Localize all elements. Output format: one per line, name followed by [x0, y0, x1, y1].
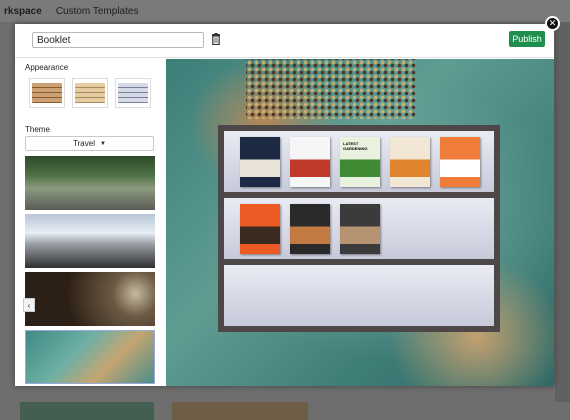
appearance-option-steel[interactable] — [115, 78, 151, 108]
booklet-name-input[interactable] — [32, 32, 204, 48]
booklet-cover-year: 2022 — [443, 163, 464, 173]
booklet-editor-modal: Publish Appearance Theme Travel ▼ ‹ LATE… — [15, 16, 560, 386]
publish-button[interactable]: Publish — [509, 31, 545, 47]
steel-swatch — [118, 83, 148, 103]
booklet-cover[interactable]: 2022 — [440, 137, 480, 187]
theme-thumb-forest-road[interactable] — [25, 156, 155, 210]
tab-custom-templates[interactable]: Custom Templates — [56, 6, 139, 17]
shelf-row-2 — [224, 198, 494, 259]
push-pins-decor — [246, 59, 416, 119]
theme-thumb-dark-clock[interactable] — [25, 272, 155, 326]
theme-select[interactable]: Travel ▼ — [25, 136, 154, 151]
shelf-row-3 — [224, 265, 494, 326]
caret-down-icon: ▼ — [99, 140, 106, 147]
background-button-left[interactable] — [20, 402, 154, 420]
brown-wood-swatch — [32, 83, 62, 103]
booklet-cover[interactable]: LATEST GARDENING — [340, 137, 380, 187]
shelf-row-1: LATEST GARDENING 2022 — [224, 131, 494, 192]
trash-icon[interactable] — [211, 33, 221, 45]
booklet-cover-title: LATEST GARDENING — [343, 141, 368, 151]
carousel-prev-button[interactable]: ‹ — [23, 298, 35, 312]
booklet-cover[interactable] — [240, 204, 280, 254]
appearance-option-light-wood[interactable] — [72, 78, 108, 108]
background-button-right[interactable] — [172, 402, 308, 420]
background-strip — [555, 22, 570, 402]
booklet-cover[interactable] — [290, 137, 330, 187]
sidebar: Appearance Theme Travel ▼ ‹ — [15, 59, 166, 386]
appearance-option-brown-wood[interactable] — [29, 78, 65, 108]
booklet-cover[interactable] — [340, 204, 380, 254]
close-modal-button[interactable]: ✕ — [545, 16, 560, 31]
modal-header: Publish — [15, 24, 554, 58]
theme-select-value: Travel — [73, 139, 95, 148]
booklet-preview: LATEST GARDENING 2022 — [166, 59, 554, 386]
theme-heading: Theme — [25, 125, 50, 134]
light-wood-swatch — [75, 83, 105, 103]
theme-thumb-snow-road[interactable] — [25, 214, 155, 268]
booklet-cover[interactable] — [290, 204, 330, 254]
appearance-heading: Appearance — [25, 63, 69, 72]
booklet-cover[interactable] — [240, 137, 280, 187]
bookshelf: LATEST GARDENING 2022 — [218, 125, 500, 332]
background-tabbar: rkspace Custom Templates — [0, 0, 570, 22]
booklet-cover[interactable] — [390, 137, 430, 187]
tab-workspace[interactable]: rkspace — [4, 6, 42, 17]
theme-thumb-world-map[interactable] — [25, 330, 155, 384]
